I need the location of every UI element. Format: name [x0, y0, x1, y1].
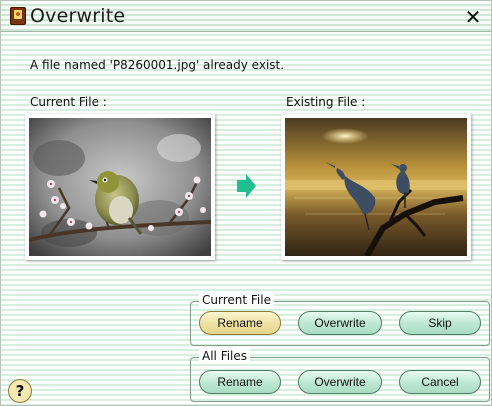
current-rename-button[interactable]: Rename	[199, 311, 281, 335]
existing-file-label: Existing File :	[286, 95, 366, 109]
bird-photo	[29, 118, 211, 256]
arrow-right-icon	[237, 174, 256, 198]
dialog-title: Overwrite	[30, 5, 126, 27]
help-icon[interactable]: ?	[8, 379, 32, 403]
all-overwrite-button[interactable]: Overwrite	[298, 370, 382, 394]
all-files-group-legend: All Files	[199, 349, 251, 363]
conflict-message: A file named 'P8260001.jpg' already exis…	[30, 58, 285, 72]
all-rename-button[interactable]: Rename	[199, 370, 281, 394]
current-file-group-legend: Current File	[199, 293, 274, 307]
overwrite-dialog: Overwrite ✕ A file named 'P8260001.jpg' …	[0, 0, 492, 406]
heron-photo	[285, 118, 467, 256]
all-cancel-button[interactable]: Cancel	[399, 370, 481, 394]
app-icon	[10, 7, 26, 25]
title-bar[interactable]: Overwrite ✕	[1, 1, 491, 32]
existing-file-thumbnail	[281, 114, 471, 260]
current-overwrite-button[interactable]: Overwrite	[298, 311, 382, 335]
current-skip-button[interactable]: Skip	[399, 311, 481, 335]
close-button[interactable]: ✕	[463, 7, 483, 27]
all-files-group: All Files Rename Overwrite Cancel	[190, 349, 490, 402]
current-file-label: Current File :	[30, 95, 107, 109]
current-file-thumbnail	[25, 114, 215, 260]
current-file-group: Current File Rename Overwrite Skip	[190, 293, 490, 346]
